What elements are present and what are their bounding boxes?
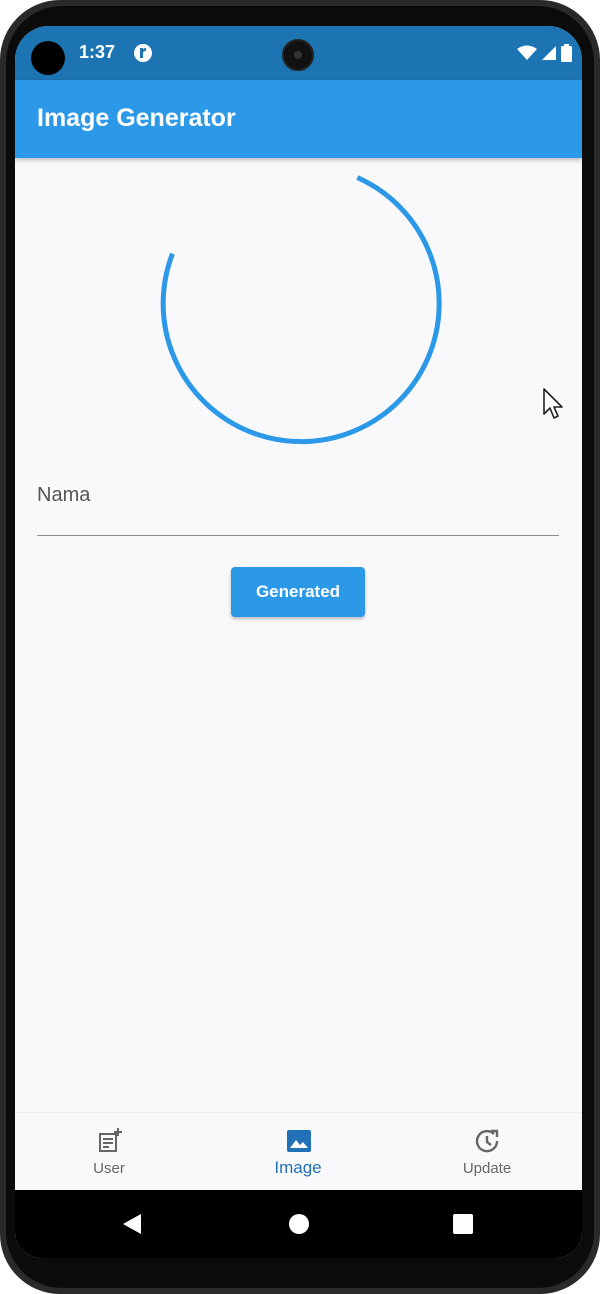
recents-icon[interactable] — [451, 1212, 475, 1236]
wifi-icon — [517, 45, 537, 60]
phone-device: 1:37 Image Generator Nama Generated User… — [0, 0, 600, 1294]
name-input[interactable] — [37, 478, 559, 536]
phone-screen: 1:37 Image Generator Nama Generated User… — [15, 26, 582, 1258]
nav-label-image: Image — [274, 1158, 322, 1177]
front-camera — [282, 39, 314, 71]
status-icons — [517, 43, 572, 63]
mouse-cursor-icon — [543, 388, 563, 419]
status-bar: 1:37 — [15, 26, 582, 80]
notification-app-icon — [134, 44, 152, 62]
system-navigation-bar — [15, 1190, 582, 1258]
generate-button[interactable]: Generated — [231, 567, 365, 617]
nav-label-user: User — [93, 1160, 125, 1177]
nav-item-image[interactable]: Image — [238, 1113, 358, 1191]
battery-icon — [561, 44, 572, 62]
update-icon — [475, 1129, 499, 1153]
post-add-icon — [99, 1128, 122, 1152]
back-icon[interactable] — [121, 1212, 145, 1236]
home-icon[interactable] — [287, 1212, 311, 1236]
screen-record-dot — [31, 41, 65, 75]
nav-item-user[interactable]: User — [49, 1113, 169, 1191]
page-title: Image Generator — [37, 104, 236, 132]
bottom-navigation: User Image Update — [15, 1112, 582, 1191]
loading-spinner — [160, 175, 442, 444]
image-icon — [287, 1130, 311, 1152]
app-bar: Image Generator — [15, 80, 582, 158]
name-field[interactable]: Nama — [37, 478, 559, 538]
signal-icon — [542, 46, 556, 60]
nav-item-update[interactable]: Update — [427, 1113, 547, 1191]
status-time: 1:37 — [79, 42, 116, 62]
nav-label-update: Update — [462, 1160, 512, 1177]
